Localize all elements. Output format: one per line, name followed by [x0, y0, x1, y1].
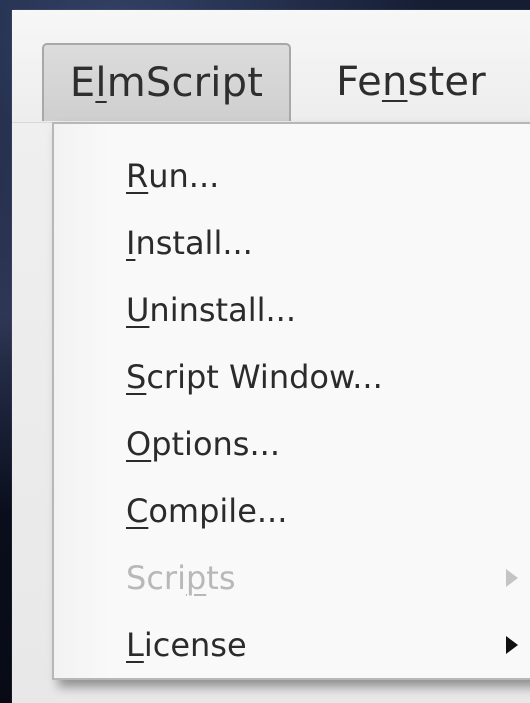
menu-item-install[interactable]: Install... Install... [126, 219, 253, 267]
menu-item-scripts-accelerator: p [185, 559, 207, 597]
dropdown-parent-label: ElmScript [53, 123, 54, 124]
menu-item-options[interactable]: Options... Options... [126, 420, 280, 468]
menu-bar: ElmScript ElmScript Fenster Fenster [12, 10, 530, 123]
chevron-right-icon [506, 569, 518, 587]
menubar-item-fenster[interactable]: Fenster Fenster [326, 43, 496, 121]
elmscript-dropdown-menu: ElmScript Run... Run... Install... Insta… [52, 122, 530, 680]
menubar-item-elmscript[interactable]: ElmScript ElmScript [42, 43, 291, 121]
menu-item-run[interactable]: Run... Run... [126, 152, 219, 200]
menu-item-scripts-label-after: ts [206, 559, 236, 597]
menubar-item-fenster-label-after: ster [407, 59, 486, 105]
menu-item-uninstall[interactable]: Uninstall... Uninstall... [126, 286, 296, 334]
menu-item-script-window-accelerator: S [126, 358, 147, 396]
menu-item-options-accelerator: O [126, 425, 152, 463]
menubar-item-elmscript-accelerator: l [95, 60, 107, 106]
menubar-item-elmscript-label-before: E [69, 60, 96, 106]
menu-item-run-accelerator: R [126, 157, 149, 195]
menu-item-compile-label-after: ompile... [148, 492, 288, 530]
menu-item-script-window-label-after: cript Window... [146, 358, 383, 396]
menu-item-install-accelerator: I [126, 224, 136, 262]
menu-item-license[interactable]: License License [126, 621, 247, 669]
menu-item-scripts-label-before: Scri [126, 559, 186, 597]
menubar-item-fenster-accelerator: n [381, 59, 408, 105]
menubar-item-fenster-label-before: Fe [336, 59, 382, 105]
menu-item-options-label-after: ptions... [151, 425, 280, 463]
menu-item-license-label-after: icense [143, 626, 247, 664]
chevron-right-icon[interactable] [506, 636, 518, 654]
menu-item-run-label-after: un... [148, 157, 220, 195]
menubar-item-elmscript-label-after: mScript [106, 60, 264, 106]
menu-item-scripts: Scripts Scripts [126, 554, 235, 602]
menu-item-install-label-after: nstall... [135, 224, 253, 262]
menu-item-compile[interactable]: Compile... Compile... [126, 487, 287, 535]
menu-item-script-window[interactable]: Script Window... Script Window... [126, 353, 383, 401]
menu-item-uninstall-label-after: ninstall... [149, 291, 296, 329]
menu-item-uninstall-accelerator: U [126, 291, 150, 329]
application-window: ElmScript ElmScript Fenster Fenster ElmS… [12, 10, 530, 703]
menu-item-compile-accelerator: C [126, 492, 149, 530]
menu-item-license-accelerator: L [126, 626, 144, 664]
